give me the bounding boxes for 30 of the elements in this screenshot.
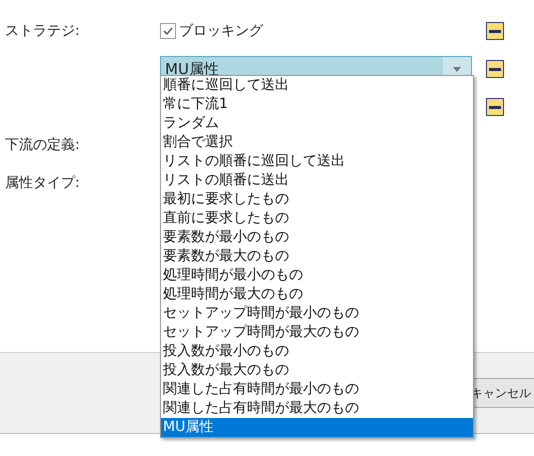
dropdown-option[interactable]: セットアップ時間が最大のもの xyxy=(161,323,473,342)
dropdown-option[interactable]: 要素数が最小のもの xyxy=(161,228,473,247)
dropdown-option[interactable]: リストの順番に巡回して送出 xyxy=(161,152,473,171)
dropdown-option[interactable]: 割合で選択 xyxy=(161,133,473,152)
caret-icon xyxy=(453,66,461,72)
check-icon xyxy=(162,25,174,37)
dropdown-option[interactable]: 関連した占有時間が最大のもの xyxy=(161,399,473,418)
dropdown-option[interactable]: 関連した占有時間が最小のもの xyxy=(161,380,473,399)
blocking-checkbox[interactable]: ブロッキング xyxy=(160,22,472,40)
dropdown-option[interactable]: 投入数が最小のもの xyxy=(161,342,473,361)
field-label: 下流の定義: xyxy=(4,136,81,154)
minus-icon[interactable] xyxy=(486,98,504,116)
dropdown-option[interactable]: 常に下流1 xyxy=(161,95,473,114)
dropdown-option[interactable]: ランダム xyxy=(161,114,473,133)
checkbox-label: ブロッキング xyxy=(179,22,263,40)
dropdown-option[interactable]: 処理時間が最小のもの xyxy=(161,266,473,285)
dropdown-option[interactable]: 順番に巡回して送出 xyxy=(161,76,473,95)
field-label: 属性タイプ: xyxy=(4,174,81,192)
dropdown-option[interactable]: 直前に要求したもの xyxy=(161,209,473,228)
dropdown-option[interactable]: 投入数が最大のもの xyxy=(161,361,473,380)
minus-icon[interactable] xyxy=(486,22,504,40)
minus-icon[interactable] xyxy=(486,60,504,78)
field-label: ストラテジ: xyxy=(4,22,81,40)
dropdown-option[interactable]: セットアップ時間が最小のもの xyxy=(161,304,473,323)
dropdown-option[interactable]: 最初に要求したもの xyxy=(161,190,473,209)
dropdown-option[interactable]: 要素数が最大のもの xyxy=(161,247,473,266)
dropdown-option[interactable]: 処理時間が最大のもの xyxy=(161,285,473,304)
dropdown-option[interactable]: MU属性 xyxy=(161,418,473,437)
dropdown-option[interactable]: リストの順番に送出 xyxy=(161,171,473,190)
checkbox[interactable] xyxy=(160,23,176,39)
